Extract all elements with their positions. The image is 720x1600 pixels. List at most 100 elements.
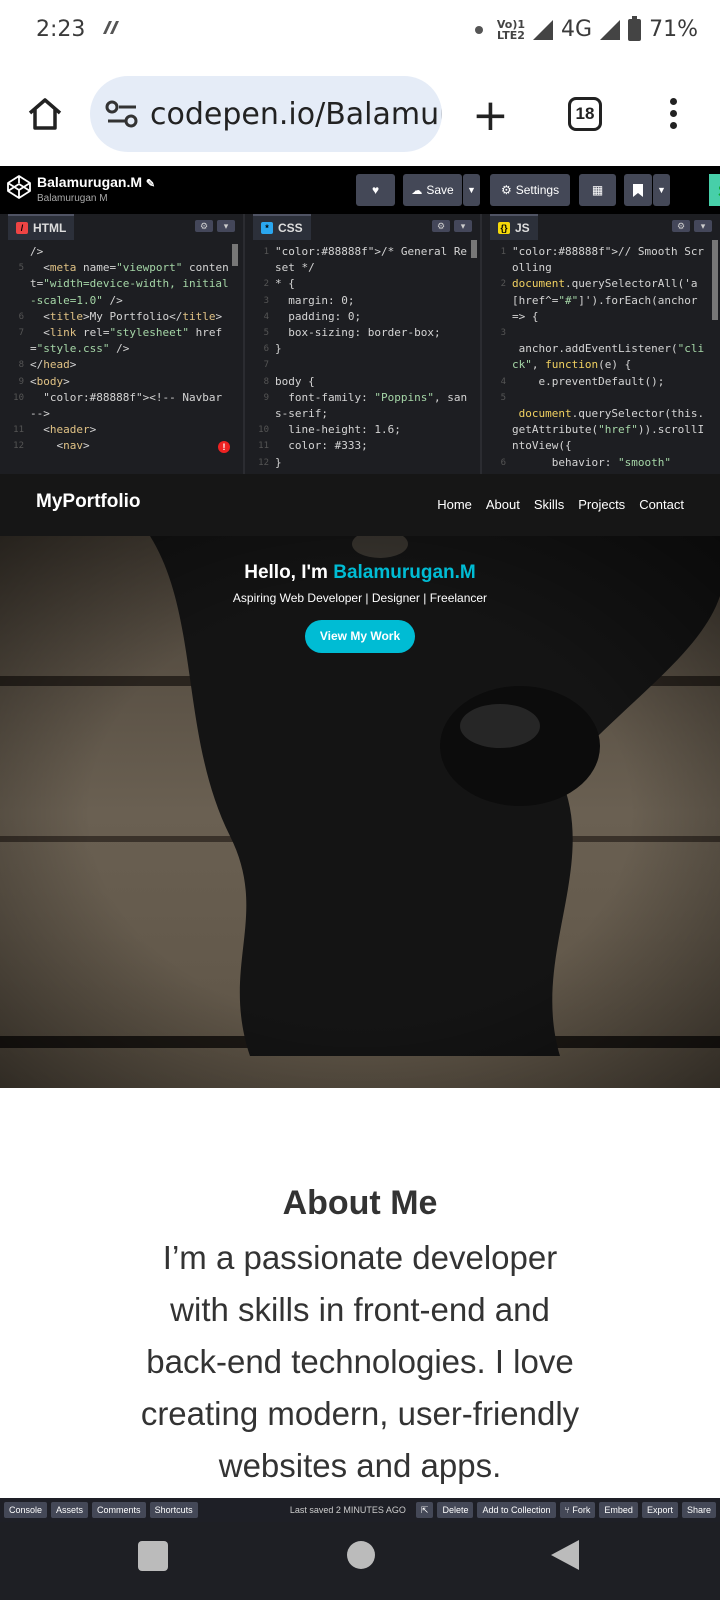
edit-pencil-icon[interactable]: ✎ [146, 178, 155, 190]
code-line[interactable]: 7 [245, 357, 480, 373]
user-avatar[interactable] [709, 174, 720, 206]
code-text[interactable] [275, 357, 480, 373]
address-bar[interactable]: codepen.io/Balamurugan [90, 76, 442, 152]
share-button[interactable]: Share [681, 1502, 716, 1518]
bookmark-dropdown-button[interactable]: ▼ [653, 174, 670, 206]
embed-button[interactable]: Embed [599, 1502, 638, 1518]
settings-button[interactable]: ⚙ Settings [490, 174, 570, 206]
code-line[interactable]: 1 "color:#88888f">/* General Reset */ [245, 244, 480, 276]
layout-button[interactable]: ▦ [579, 174, 616, 206]
shortcuts-button[interactable]: Shortcuts [149, 1502, 198, 1518]
chevron-down-icon[interactable]: ▾ [454, 220, 472, 232]
code-text[interactable]: box-sizing: border-box; [275, 325, 480, 341]
error-indicator-icon[interactable]: ! [218, 441, 230, 453]
pen-title[interactable]: Balamurugan.M ✎ [37, 174, 155, 190]
html-scrollbar[interactable] [232, 244, 238, 266]
code-text[interactable]: } [275, 455, 480, 471]
code-text[interactable]: <title>My Portfolio</title> [30, 309, 243, 325]
new-tab-icon[interactable]: + [472, 94, 509, 138]
add-to-collection-button[interactable]: Add to Collection [477, 1502, 556, 1518]
site-logo[interactable]: MyPortfolio [36, 491, 141, 513]
gear-icon[interactable]: ⚙ [672, 220, 690, 232]
code-text[interactable]: color: #333; [275, 438, 480, 454]
assets-button[interactable]: Assets [51, 1502, 89, 1518]
open-external-button[interactable]: ⇱ [415, 1502, 434, 1518]
code-text[interactable] [512, 390, 720, 406]
save-button[interactable]: ☁ Save [403, 174, 462, 206]
overflow-menu-icon[interactable] [670, 98, 678, 134]
code-line[interactable]: 10 line-height: 1.6; [245, 422, 480, 438]
code-line[interactable]: 6} [245, 341, 480, 357]
home-icon[interactable] [26, 96, 64, 137]
code-text[interactable]: /> [30, 244, 243, 260]
code-line[interactable]: document.querySelector(this.getAttribute… [482, 406, 720, 455]
code-text[interactable] [512, 325, 720, 341]
code-text[interactable]: line-height: 1.6; [275, 422, 480, 438]
code-line[interactable]: 9 <body> [0, 374, 243, 390]
home-nav-icon[interactable] [347, 1541, 375, 1569]
code-line[interactable]: 4 e.preventDefault(); [482, 374, 720, 390]
code-line[interactable]: 11 <header> [0, 422, 243, 438]
code-line[interactable]: 8 body { [245, 374, 480, 390]
code-line[interactable]: 3 margin: 0; [245, 293, 480, 309]
code-text[interactable]: padding: 0; [275, 309, 480, 325]
back-icon[interactable] [551, 1540, 579, 1570]
pen-author[interactable]: Balamurugan M [37, 193, 108, 204]
html-tab[interactable]: / HTML [8, 214, 75, 240]
code-line[interactable]: 3 [482, 325, 720, 341]
code-text[interactable]: body { [275, 374, 480, 390]
code-line[interactable]: 6 <title>My Portfolio</title> [0, 309, 243, 325]
code-text[interactable]: "color:#88888f">// Smooth Scrolling [512, 244, 720, 276]
view-my-work-button[interactable]: View My Work [305, 620, 415, 653]
html-code[interactable]: /> 5 <meta name="viewport" content="width… [0, 240, 243, 455]
code-line[interactable]: 4 padding: 0; [245, 309, 480, 325]
code-line[interactable]: 6 behavior: "smooth" [482, 455, 720, 471]
code-text[interactable]: } [275, 341, 480, 357]
code-text[interactable]: document.querySelector(this.getAttribute… [512, 406, 720, 455]
heart-button[interactable]: ♥ [356, 174, 395, 206]
code-text[interactable]: <nav> [30, 438, 243, 454]
js-scrollbar[interactable] [712, 240, 718, 320]
gear-icon[interactable]: ⚙ [432, 220, 450, 232]
css-code[interactable]: 1 "color:#88888f">/* General Reset */ 2 * {… [245, 240, 480, 471]
comments-button[interactable]: Comments [92, 1502, 146, 1518]
codepen-logo-icon[interactable] [6, 174, 32, 200]
tab-switcher-button[interactable]: 18 [568, 97, 602, 131]
code-text[interactable]: </head> [30, 357, 243, 373]
code-line[interactable]: 2 document.querySelectorAll('a[href^="#"]… [482, 276, 720, 325]
code-text[interactable]: <body> [30, 374, 243, 390]
code-text[interactable]: <link rel="stylesheet" href="style.css" … [30, 325, 243, 357]
code-text[interactable]: font-family: "Poppins", sans-serif; [275, 390, 480, 422]
code-line[interactable]: 12} [245, 455, 480, 471]
js-tab[interactable]: {} JS [490, 214, 538, 240]
code-line[interactable]: 9 font-family: "Poppins", sans-serif; [245, 390, 480, 422]
code-text[interactable]: document.querySelectorAll('a[href^="#"]'… [512, 276, 720, 325]
css-tab[interactable]: * CSS [253, 214, 311, 240]
chevron-down-icon[interactable]: ▾ [694, 220, 712, 232]
code-text[interactable]: margin: 0; [275, 293, 480, 309]
code-line[interactable]: anchor.addEventListener("click", functio… [482, 341, 720, 373]
code-line[interactable]: 1 "color:#88888f">// Smooth Scrolling [482, 244, 720, 276]
gear-icon[interactable]: ⚙ [195, 220, 213, 232]
code-text[interactable]: e.preventDefault(); [512, 374, 720, 390]
code-text[interactable]: anchor.addEventListener("click", functio… [512, 341, 720, 373]
code-line[interactable]: 5 <meta name="viewport" content="width=d… [0, 260, 243, 309]
chevron-down-icon[interactable]: ▾ [217, 220, 235, 232]
code-text[interactable]: <header> [30, 422, 243, 438]
recents-icon[interactable] [138, 1541, 168, 1571]
code-line[interactable]: 2 * { [245, 276, 480, 292]
bookmark-button[interactable] [624, 174, 652, 206]
code-line[interactable]: 12 <nav> [0, 438, 243, 454]
url-text[interactable]: codepen.io/Balamurugan [150, 97, 442, 132]
code-line[interactable]: 5 [482, 390, 720, 406]
save-dropdown-button[interactable]: ▼ [463, 174, 480, 206]
site-settings-icon[interactable] [104, 99, 140, 129]
code-line[interactable]: 11 color: #333; [245, 438, 480, 454]
css-scrollbar[interactable] [471, 240, 477, 258]
css-pane[interactable]: * CSS ⚙ ▾ 1 "color:#88888f">/* General Res… [245, 214, 482, 474]
js-pane[interactable]: {} JS ⚙ ▾ 1 "color:#88888f">// Smooth Scro… [482, 214, 720, 474]
nav-link-home[interactable]: Home [437, 497, 472, 512]
code-text[interactable]: * { [275, 276, 480, 292]
nav-link-contact[interactable]: Contact [639, 497, 684, 512]
code-text[interactable]: <meta name="viewport" content="width=dev… [30, 260, 243, 309]
